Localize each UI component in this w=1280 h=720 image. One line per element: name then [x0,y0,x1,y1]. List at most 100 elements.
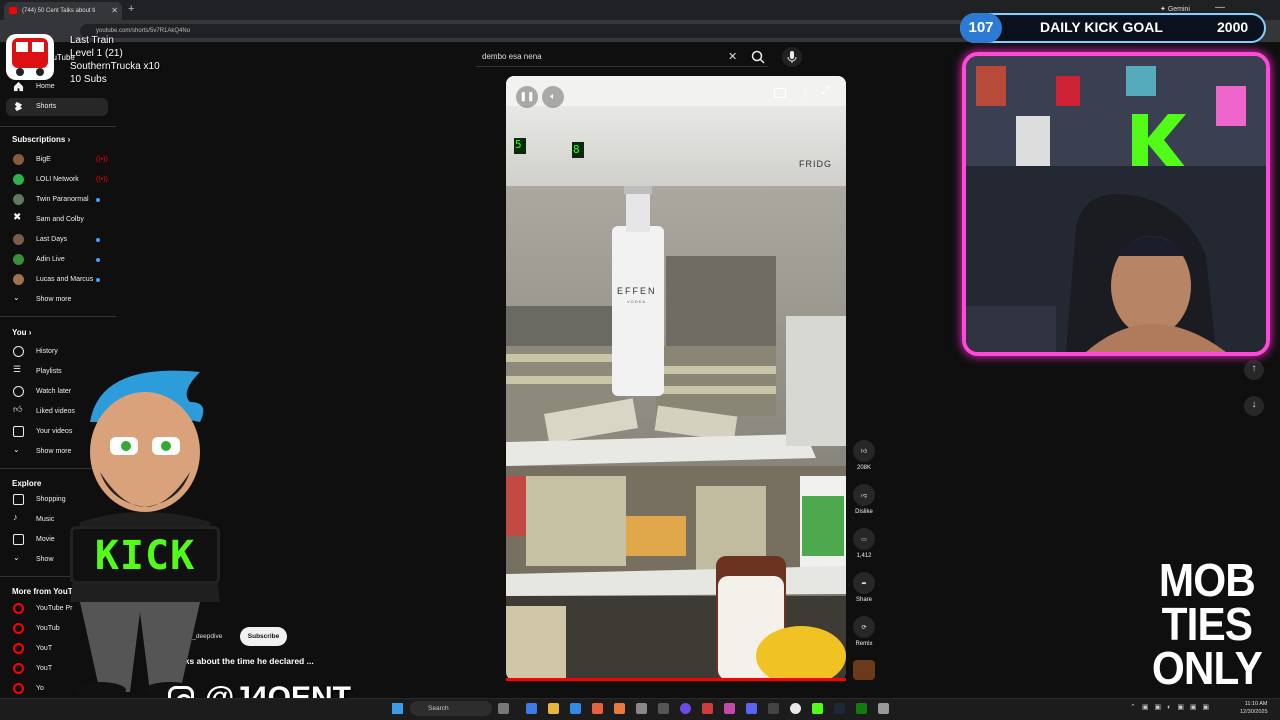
gemini-button[interactable]: ✦ Gemini [1160,5,1190,13]
browser-tab[interactable]: (744) 50 Cent Talks about ti ✕ [4,2,122,20]
kick-goal-current: 107 [960,13,1002,43]
subscription-item[interactable]: BigE ((•)) [6,151,108,169]
share-label: Share [855,597,872,603]
subscribe-button[interactable]: Subscribe [240,627,287,646]
shopping-icon [13,494,24,505]
stream-alert: Last Train Level 1 (21) SouthernTrucka x… [70,34,160,86]
clock-icon [13,386,24,397]
chrome-icon[interactable] [790,703,801,714]
taskbar-search[interactable]: Search [410,701,492,716]
remix-button[interactable]: ⟳ [853,616,875,638]
task-view-icon[interactable] [498,703,509,714]
clock-time: 11:10 AM [1244,701,1268,707]
youtube-studio-icon [13,623,24,634]
remix-action[interactable]: ⟳ Remix [853,616,875,647]
subscription-label: LOLI Network [36,176,79,183]
file-explorer-icon[interactable] [548,703,559,714]
system-tray[interactable]: ⌃▣▣◐▣▣▣ [1130,703,1215,711]
dislike-label: Dislike [855,509,873,515]
chevron-down-icon: ⌄ [13,553,20,562]
chevron-down-icon: ⌄ [13,445,20,454]
dislike-action[interactable]: 👎︎ Dislike [853,484,875,515]
mob-line: ONLY [1151,642,1263,694]
dislike-button[interactable]: 👎︎ [853,484,875,506]
app-icon[interactable] [636,703,647,714]
history-icon [13,346,24,357]
taskbar-clock[interactable]: 11:10 AM 12/30/2025 [1240,700,1268,716]
like-action[interactable]: 👍︎ 208K [853,440,875,471]
sidebar-item-history[interactable]: History [6,343,108,361]
kick-app-icon[interactable] [812,703,823,714]
new-content-dot [96,278,100,282]
video-progress-bar[interactable] [506,678,846,681]
show-more-label: Show more [36,296,72,303]
app-icon[interactable] [724,703,735,714]
comments-button[interactable]: ▭ [853,528,875,550]
previous-short-button[interactable]: ↑ [1244,360,1264,380]
more-options-icon[interactable]: ⋮ [800,86,811,99]
sidebar-item-label: Home [36,83,55,90]
app-icon[interactable] [570,703,581,714]
clear-search-icon[interactable]: ✕ [728,50,737,63]
subscription-item[interactable]: Lucas and Marcus [6,271,108,289]
app-icon[interactable] [680,703,691,714]
subscription-label: Adin Live [36,256,65,263]
mob-ties-logo: MOB TIES ONLY [1148,557,1266,694]
discord-icon[interactable] [746,703,757,714]
subscriptions-header-label: Subscriptions [12,135,66,144]
captions-icon[interactable] [774,88,786,98]
like-button[interactable]: 👍︎ [853,440,875,462]
show-more-subscriptions[interactable]: ⌄ Show more [6,291,108,309]
share-action[interactable]: ➦ Share [853,572,875,603]
app-icon[interactable] [702,703,713,714]
shorts-icon [14,101,23,112]
youtube-favicon-icon [9,7,17,14]
kick-goal-label: DAILY KICK GOAL [1040,19,1163,35]
new-content-dot [96,258,100,262]
subscription-item[interactable]: Last Days [6,231,108,249]
volume-button[interactable]: 🔈︎ [542,86,564,108]
xbox-icon[interactable] [856,703,867,714]
app-icon[interactable] [526,703,537,714]
tab-title: (744) 50 Cent Talks about ti [22,8,96,14]
app-icon[interactable] [614,703,625,714]
you-header[interactable]: You › [12,328,31,337]
app-icon[interactable] [768,703,779,714]
steam-icon[interactable] [834,703,845,714]
you-header-label: You [12,328,27,337]
fullscreen-icon[interactable]: ⤢ [821,85,830,98]
playlists-icon: ☰ [13,364,22,374]
settings-icon[interactable] [878,703,889,714]
new-tab-button[interactable]: + [128,3,134,15]
start-icon[interactable] [392,703,403,714]
alert-line: 10 Subs [70,74,107,85]
subscription-item[interactable]: ✖ Sam and Colby [6,211,108,229]
voice-search-button[interactable] [782,47,802,67]
sound-thumbnail[interactable] [853,660,875,680]
subscription-item[interactable]: LOLI Network ((•)) [6,171,108,189]
bottle-label-text: EFFEN [617,286,657,296]
share-button[interactable]: ➦ [853,572,875,594]
taskbar-search-label: Search [428,705,449,712]
shorts-video-player[interactable]: 5 8 FRIDG EFFEN VODKA ❚❚ 🔈︎ ⋮ ⤢ [506,76,846,680]
your-videos-icon [13,426,24,437]
subscription-item[interactable]: Twin Paranormal [6,191,108,209]
search-icon[interactable] [750,49,766,65]
channel-avatar [13,274,24,285]
subscriptions-header[interactable]: Subscriptions › [12,135,70,144]
alert-line: Last Train [70,35,114,46]
webcam-feed [966,56,1266,352]
chevron-down-icon: ⌄ [13,293,20,302]
pause-button[interactable]: ❚❚ [516,86,538,108]
next-short-button[interactable]: ↓ [1244,396,1264,416]
subscription-label: BigE [36,156,51,163]
tab-close-icon[interactable]: ✕ [111,6,118,15]
search-input[interactable]: dembo esa nena [482,52,542,61]
subscription-item[interactable]: Adin Live [6,251,108,269]
channel-avatar [13,174,24,185]
comments-action[interactable]: ▭ 1,412 [853,528,875,559]
app-icon[interactable] [658,703,669,714]
music-icon: ♪ [13,512,18,522]
sidebar-item-shorts[interactable]: Shorts [6,98,108,116]
firefox-icon[interactable] [592,703,603,714]
